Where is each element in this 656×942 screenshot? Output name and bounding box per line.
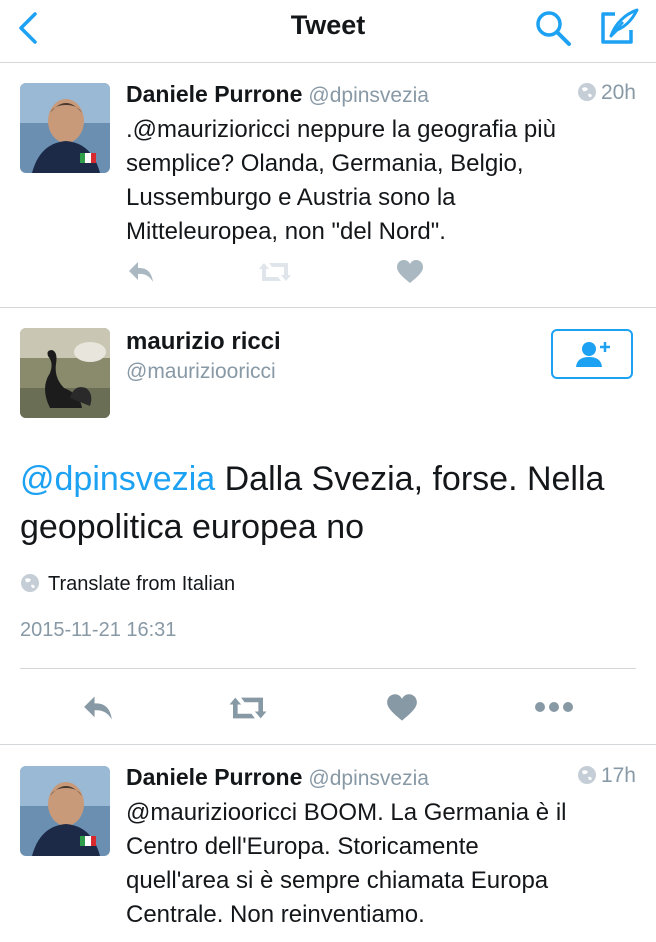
reply-button[interactable]: [80, 693, 116, 728]
heart-icon: [387, 694, 417, 721]
tweet-time-text: 17h: [600, 764, 636, 787]
avatar[interactable]: [20, 83, 110, 173]
follow-button[interactable]: [551, 329, 633, 379]
reply-button[interactable]: [126, 259, 156, 290]
globe-icon: [577, 82, 597, 108]
divider: [0, 307, 656, 308]
tweet-time: 17h: [577, 764, 636, 791]
like-button[interactable]: [386, 693, 418, 728]
translate-label: Translate from Italian: [48, 573, 236, 595]
mention-link[interactable]: @dpinsvezia: [20, 460, 215, 498]
retweet-button[interactable]: [258, 259, 292, 290]
focus-author-name[interactable]: maurizio ricci: [126, 328, 281, 356]
tweet-text: @mauriziooricci BOOM. La Germania è il C…: [126, 799, 567, 928]
focus-tweet-text: @dpinsvezia Dalla Svezia, forse. Nella g…: [20, 455, 636, 551]
globe-icon: [20, 573, 40, 599]
more-button[interactable]: [534, 697, 574, 722]
divider: [20, 668, 636, 669]
search-button[interactable]: [533, 8, 573, 48]
tweet-author-handle[interactable]: @dpinsvezia: [308, 84, 429, 107]
translate-link[interactable]: Translate from Italian: [20, 573, 235, 599]
tweet-timestamp: 2015-11-21 16:31: [20, 619, 177, 641]
avatar[interactable]: [20, 328, 110, 418]
more-dots-icon: [535, 702, 573, 712]
retweet-icon: [259, 263, 291, 281]
compose-button[interactable]: [597, 4, 641, 48]
search-icon: [536, 11, 571, 46]
tweet-time-text: 20h: [600, 81, 636, 104]
reply-icon: [129, 262, 153, 282]
tweet-author-name[interactable]: Daniele Purrone: [126, 81, 302, 107]
retweet-button[interactable]: [228, 693, 268, 728]
avatar-image: [20, 83, 110, 173]
focus-actions: [80, 693, 580, 723]
tweet-item[interactable]: Daniele Purrone @dpinsvezia 17h @maurizio…: [0, 745, 656, 942]
focus-author-handle[interactable]: @mauriziooricci: [126, 360, 276, 384]
tweet-time: 20h: [577, 81, 636, 108]
retweet-icon: [229, 697, 267, 719]
heart-icon: [397, 260, 423, 283]
like-button[interactable]: [396, 259, 424, 290]
compose-feather-icon: [601, 8, 639, 44]
avatar-image: [20, 328, 110, 418]
reply-icon: [84, 696, 112, 720]
tweet-author-name[interactable]: Daniele Purrone: [126, 764, 302, 790]
tweet-text: .@maurizioricci neppure la geografia più…: [126, 116, 556, 245]
globe-icon: [577, 765, 597, 791]
avatar-image: [20, 766, 110, 856]
nav-header: Tweet: [0, 0, 656, 63]
avatar[interactable]: [20, 766, 110, 856]
tweet-author-handle[interactable]: @dpinsvezia: [308, 767, 429, 790]
tweet-item[interactable]: Daniele Purrone @dpinsvezia 20h .@maurizi…: [0, 63, 656, 307]
add-user-icon: [576, 342, 610, 367]
